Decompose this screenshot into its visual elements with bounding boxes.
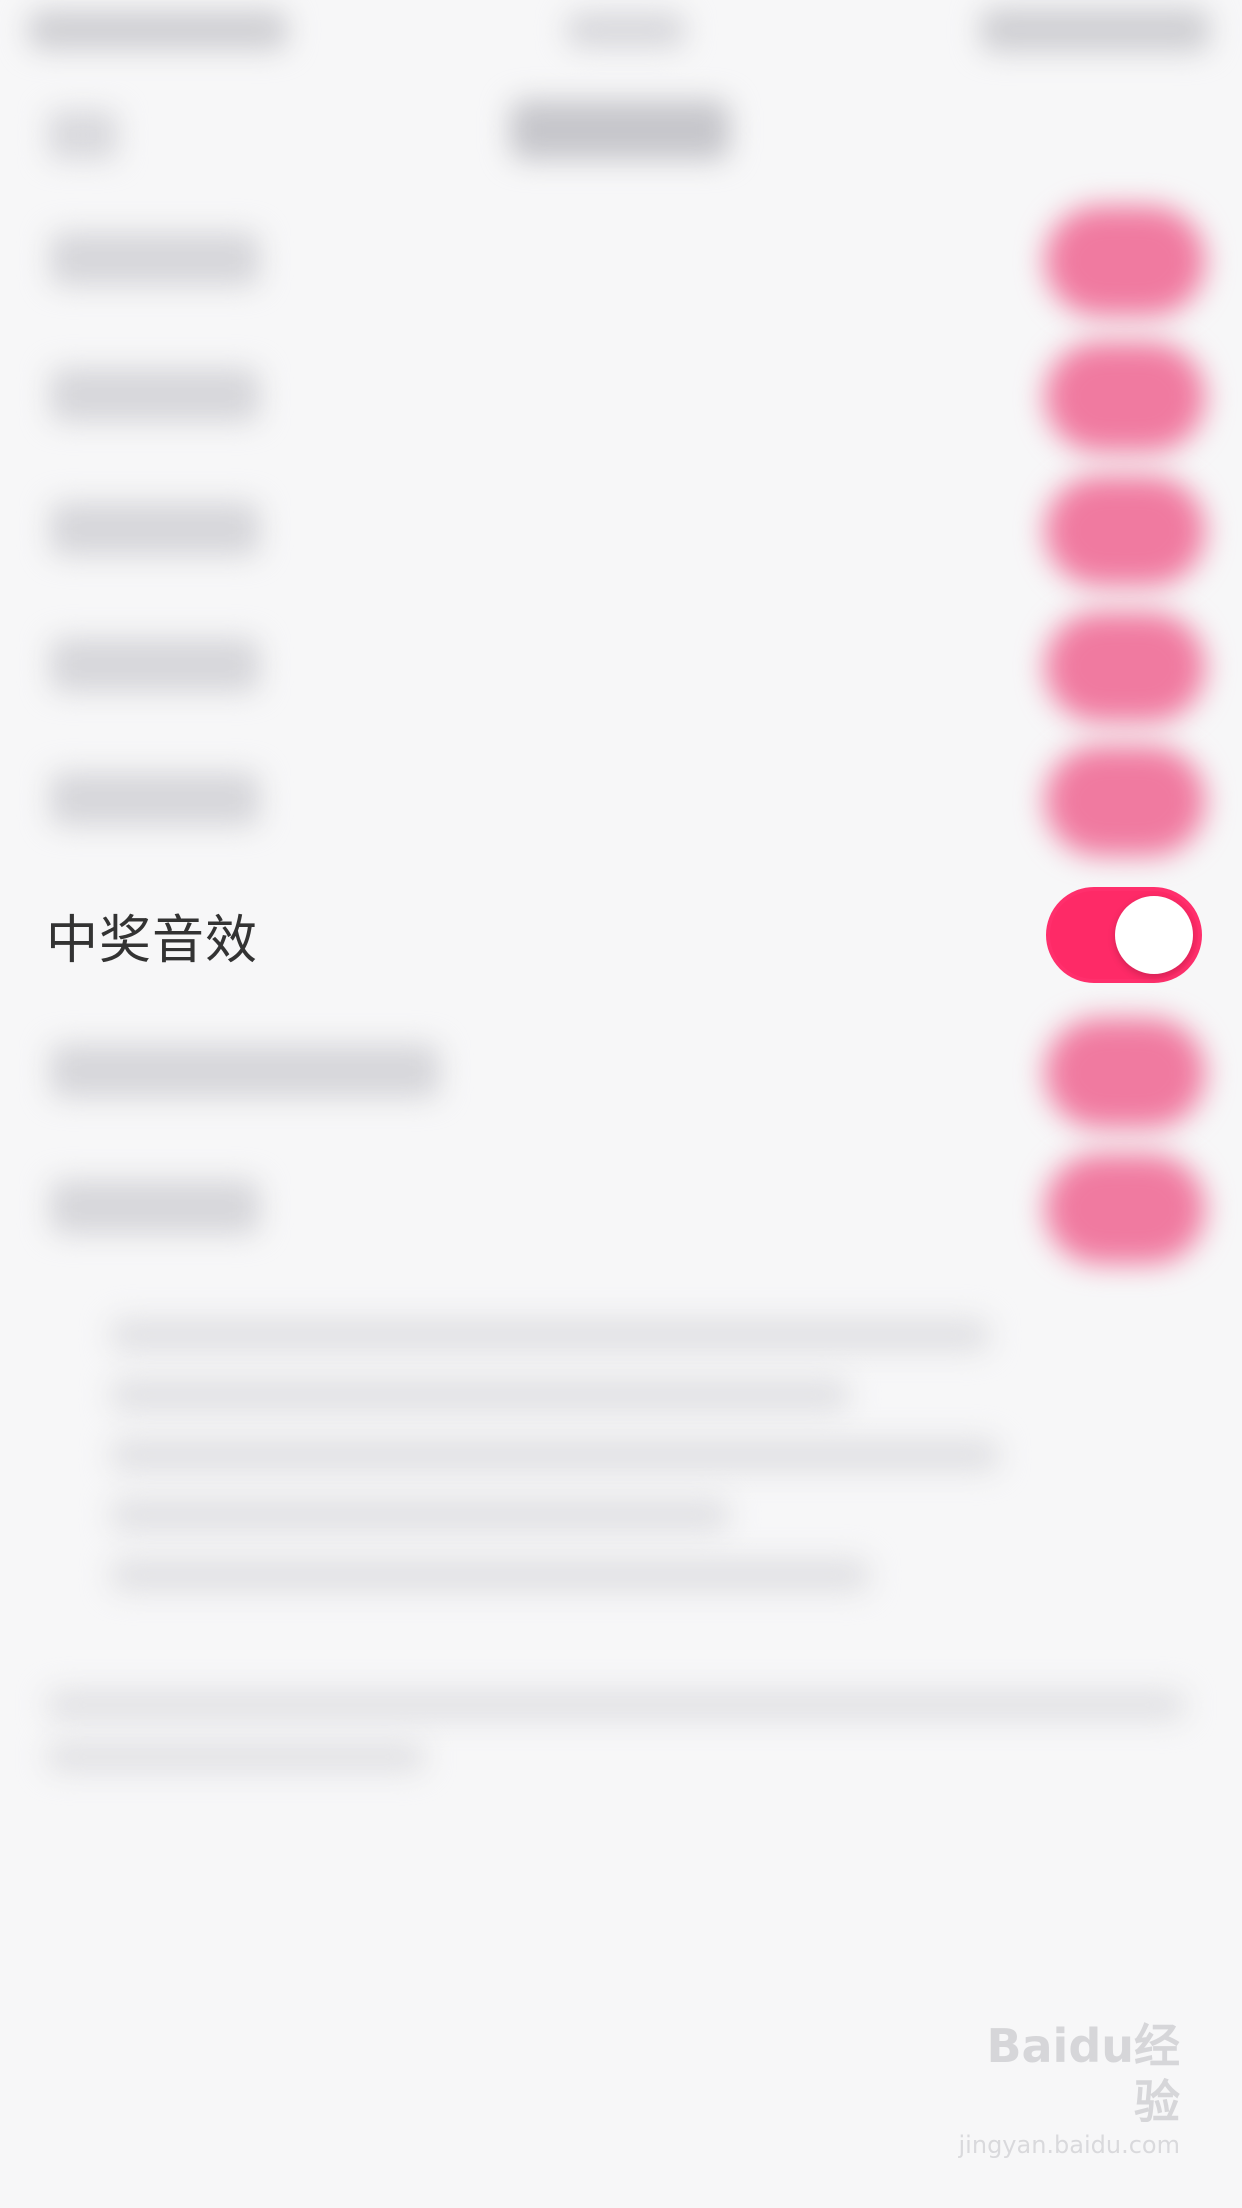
watermark-logo: Baidu经验 — [986, 2019, 1180, 2129]
status-bar-center-blurred — [566, 12, 686, 48]
setting-row-win-sound: 中奖音效 — [0, 870, 1242, 1000]
setting-row-2-label-blurred — [50, 368, 260, 422]
setting-row-1-label-blurred — [50, 232, 260, 286]
footer-note-line-blurred — [46, 1742, 426, 1772]
setting-row-4-toggle-blurred[interactable] — [1045, 612, 1205, 722]
status-bar-right-blurred — [980, 8, 1210, 52]
description-line-blurred — [110, 1498, 730, 1532]
page-title-blurred — [510, 100, 730, 160]
description-line-blurred — [110, 1318, 990, 1352]
setting-row-3-label-blurred — [50, 502, 260, 556]
footer-note-line-blurred — [46, 1690, 1186, 1720]
setting-row-4-label-blurred — [50, 638, 260, 692]
back-button-blurred[interactable] — [48, 110, 118, 160]
watermark-url: jingyan.baidu.com — [958, 2131, 1180, 2159]
description-line-blurred — [110, 1558, 870, 1592]
settings-page: 中奖音效 Baidu经验 jingyan.baidu.com — [0, 0, 1242, 2208]
toggle-knob — [1115, 896, 1193, 974]
setting-row-2-toggle-blurred[interactable] — [1045, 342, 1205, 452]
setting-row-8-toggle-blurred[interactable] — [1045, 1154, 1205, 1264]
setting-row-1-toggle-blurred[interactable] — [1045, 206, 1205, 316]
baidu-jingyan-watermark: Baidu经验 jingyan.baidu.com — [950, 2018, 1180, 2160]
setting-row-7-toggle-blurred[interactable] — [1045, 1018, 1205, 1128]
description-line-blurred — [110, 1378, 850, 1412]
setting-label: 中奖音效 — [46, 910, 259, 971]
setting-row-3-toggle-blurred[interactable] — [1045, 476, 1205, 586]
setting-row-8-label-blurred — [50, 1180, 260, 1234]
description-line-blurred — [110, 1438, 1000, 1472]
win-sound-toggle[interactable] — [1046, 887, 1202, 983]
setting-row-5-label-blurred — [50, 772, 260, 826]
status-bar-left-blurred — [28, 10, 288, 50]
setting-row-7-label-blurred — [50, 1044, 440, 1098]
setting-row-5-toggle-blurred[interactable] — [1045, 746, 1205, 856]
